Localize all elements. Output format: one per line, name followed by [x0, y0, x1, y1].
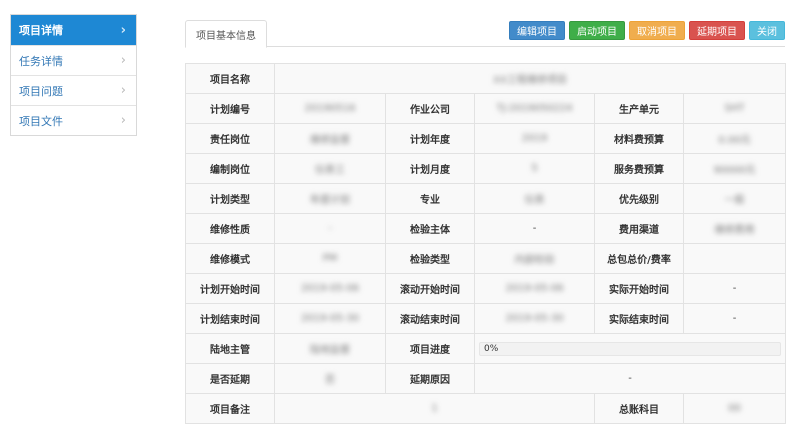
inspector-value: - — [474, 213, 595, 244]
delay-reason-label: 延期原因 — [385, 363, 475, 394]
tab-basic-info[interactable]: 项目基本信息 — [185, 20, 267, 48]
plan-start-value: 2019-05-06 — [274, 273, 386, 304]
table-row: 项目备注 1 总账科目 00 — [185, 393, 787, 424]
sidebar-item-project-details[interactable]: 项目详情 › — [11, 15, 136, 45]
mode-label: 维修模式 — [185, 243, 275, 274]
total-price-value — [682, 243, 787, 274]
plan-start-label: 计划开始时间 — [185, 273, 275, 304]
priority-value: 一般 — [682, 183, 787, 214]
table-row: 陆地主管 陆地监督 项目进度 0% — [185, 333, 787, 364]
nature-value: - — [274, 213, 386, 244]
roll-end-value: 2019-05-30 — [474, 303, 595, 334]
delayed-value: 否 — [274, 363, 386, 394]
total-price-label: 总包总价/费率 — [594, 243, 684, 274]
sidebar-item-label: 项目详情 — [19, 24, 63, 37]
action-toolbar: 编辑项目 启动项目 取消项目 延期项目 关闭 — [509, 21, 785, 40]
sidebar-item-task-details[interactable]: 任务详情 › — [11, 45, 136, 75]
ledger-value: 00 — [682, 393, 787, 424]
plan-end-value: 2019-05-30 — [274, 303, 386, 334]
table-row: 编制岗位 仪表工 计划月度 5 服务费预算 90000元 — [185, 153, 787, 184]
plan-type-label: 计划类型 — [185, 183, 275, 214]
channel-value: 维修费用 — [682, 213, 787, 244]
role-label: 责任岗位 — [185, 123, 275, 154]
service-budget-label: 服务费预算 — [594, 153, 684, 184]
start-project-button[interactable]: 启动项目 — [569, 21, 625, 40]
table-row: 是否延期 否 延期原因 - — [185, 363, 787, 394]
table-row: 计划编号 20190516 作业公司 TJ-2019050224 生产单元 SH… — [185, 93, 787, 124]
remark-label: 项目备注 — [185, 393, 275, 424]
delayed-label: 是否延期 — [185, 363, 275, 394]
progress-label: 项目进度 — [385, 333, 475, 364]
unit-value: SHT — [682, 93, 787, 124]
plan-year-value: 2019 — [474, 123, 595, 154]
author-value: 仪表工 — [274, 153, 386, 184]
close-button[interactable]: 关闭 — [749, 21, 785, 40]
plan-year-label: 计划年度 — [385, 123, 475, 154]
edit-project-button[interactable]: 编辑项目 — [509, 21, 565, 40]
sidebar-item-label: 项目问题 — [19, 84, 63, 98]
actual-end-label: 实际结束时间 — [594, 303, 684, 334]
table-row: 计划结束时间 2019-05-30 滚动结束时间 2019-05-30 实际结束… — [185, 303, 787, 334]
priority-label: 优先级别 — [594, 183, 684, 214]
channel-label: 费用渠道 — [594, 213, 684, 244]
delay-reason-value: - — [473, 363, 787, 394]
material-budget-label: 材料费预算 — [594, 123, 684, 154]
plan-month-value: 5 — [474, 153, 595, 184]
major-value: 仪表 — [474, 183, 595, 214]
unit-label: 生产单元 — [594, 93, 684, 124]
table-row: 维修模式 PM 检验类型 内部检验 总包总价/费率 — [185, 243, 787, 274]
supervisor-value: 陆地监督 — [274, 333, 386, 364]
ledger-label: 总账科目 — [594, 393, 684, 424]
progress-bar: 0% — [479, 341, 782, 356]
roll-start-value: 2019-05-06 — [474, 273, 595, 304]
chevron-right-icon: › — [120, 53, 126, 68]
supervisor-label: 陆地主管 — [185, 333, 275, 364]
major-label: 专业 — [385, 183, 475, 214]
remark-value: 1 — [274, 393, 595, 424]
roll-end-label: 滚动结束时间 — [385, 303, 475, 334]
chevron-right-icon: › — [120, 22, 126, 38]
table-row: 计划开始时间 2019-05-06 滚动开始时间 2019-05-06 实际开始… — [185, 273, 787, 304]
project-info-table: 项目名称 XX工程维修项目 计划编号 20190516 作业公司 TJ-2019… — [185, 63, 787, 424]
delay-project-button[interactable]: 延期项目 — [689, 21, 745, 40]
table-row: 维修性质 - 检验主体 - 费用渠道 维修费用 — [185, 213, 787, 244]
progress-cell: 0% — [473, 333, 787, 364]
plan-month-label: 计划月度 — [385, 153, 475, 184]
table-row: 责任岗位 维修监督 计划年度 2019 材料费预算 0.00元 — [185, 123, 787, 154]
inspector-label: 检验主体 — [385, 213, 475, 244]
inspect-type-value: 内部检验 — [474, 243, 595, 274]
sidebar-item-label: 任务详情 — [19, 54, 63, 68]
sidebar-item-label: 项目文件 — [19, 114, 63, 128]
table-row: 计划类型 年度计划 专业 仪表 优先级别 一般 — [185, 183, 787, 214]
sidebar-item-project-issues[interactable]: 项目问题 › — [11, 75, 136, 105]
table-row: 项目名称 XX工程维修项目 — [185, 63, 787, 94]
sidebar-nav: 项目详情 › 任务详情 › 项目问题 › 项目文件 › — [10, 14, 137, 136]
chevron-right-icon: › — [120, 83, 126, 98]
roll-start-label: 滚动开始时间 — [385, 273, 475, 304]
actual-start-value: - — [682, 273, 787, 304]
material-budget-value: 0.00元 — [682, 123, 787, 154]
inspect-type-label: 检验类型 — [385, 243, 475, 274]
role-value: 维修监督 — [274, 123, 386, 154]
service-budget-value: 90000元 — [682, 153, 787, 184]
plan-no-value: 20190516 — [274, 93, 386, 124]
cancel-project-button[interactable]: 取消项目 — [629, 21, 685, 40]
plan-type-value: 年度计划 — [274, 183, 386, 214]
nature-label: 维修性质 — [185, 213, 275, 244]
plan-no-label: 计划编号 — [185, 93, 275, 124]
company-label: 作业公司 — [385, 93, 475, 124]
project-name-label: 项目名称 — [185, 63, 275, 94]
author-label: 编制岗位 — [185, 153, 275, 184]
actual-end-value: - — [682, 303, 787, 334]
actual-start-label: 实际开始时间 — [594, 273, 684, 304]
chevron-right-icon: › — [120, 113, 126, 128]
sidebar-item-project-files[interactable]: 项目文件 › — [11, 105, 136, 135]
project-name-value: XX工程维修项目 — [273, 63, 787, 94]
plan-end-label: 计划结束时间 — [185, 303, 275, 334]
mode-value: PM — [274, 243, 386, 274]
company-value: TJ-2019050224 — [474, 93, 595, 124]
